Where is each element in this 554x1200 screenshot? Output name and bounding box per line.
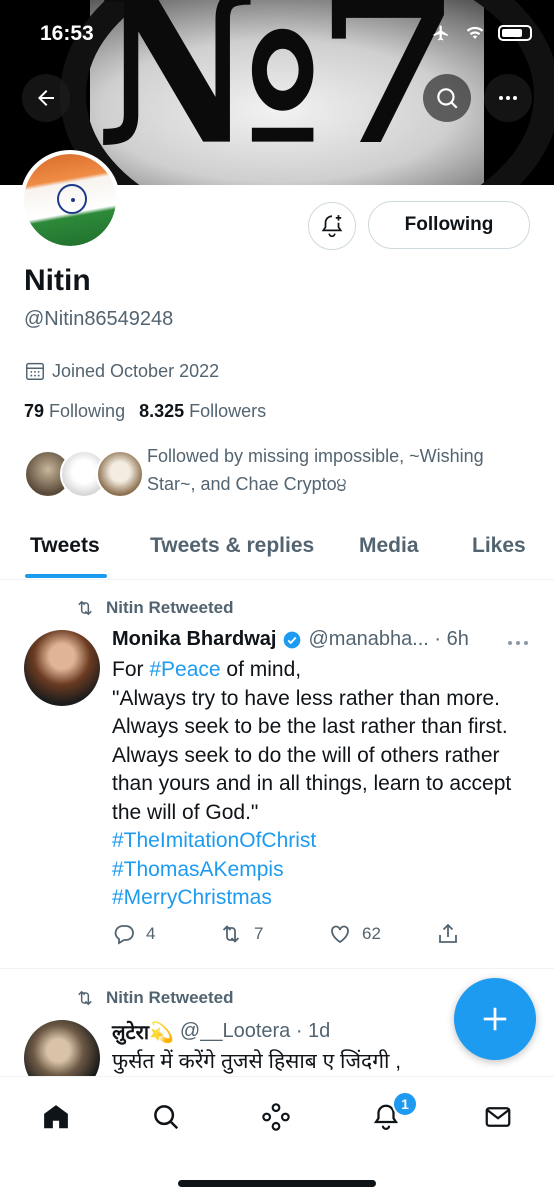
search-icon	[154, 1105, 179, 1130]
following-button[interactable]: Following	[368, 201, 530, 249]
india-flag-image	[24, 154, 116, 246]
joined-text: Joined October 2022	[52, 360, 220, 381]
compose-tweet-button[interactable]	[454, 978, 536, 1060]
tweet-quote-text: "Always try to have less rather than mor…	[112, 686, 512, 824]
ashoka-chakra-icon	[57, 184, 87, 214]
profile-avatar[interactable]	[20, 150, 120, 250]
hashtag-link[interactable]: #Peace	[149, 658, 220, 681]
tweet-more-icon[interactable]	[506, 638, 530, 648]
nav-messages[interactable]	[478, 1097, 518, 1137]
reply-button[interactable]: 4	[112, 922, 155, 946]
retweet-icon	[78, 600, 92, 616]
search-icon	[437, 88, 458, 109]
tweet-author-name[interactable]: Monika Bhardwaj	[112, 628, 276, 651]
wifi-icon	[466, 26, 484, 39]
retweet-icon	[222, 925, 240, 943]
retweet-button[interactable]: 7	[218, 922, 263, 946]
retweet-count: 7	[254, 924, 264, 943]
followers-count: 8.325	[139, 401, 185, 421]
nav-home[interactable]	[36, 1097, 76, 1137]
mutual-avatars	[24, 450, 144, 500]
envelope-icon	[485, 1107, 511, 1127]
tab-tweets[interactable]: Tweets	[30, 534, 100, 558]
tab-tweets-replies[interactable]: Tweets & replies	[150, 534, 314, 558]
tweet-text-part: of mind,	[220, 658, 302, 681]
bell-plus-icon	[321, 215, 343, 238]
tweet-text-part: For	[112, 658, 150, 681]
arrow-left-icon	[38, 90, 54, 106]
retweet-label-text: Nitin Retweeted	[106, 988, 234, 1007]
tweet[interactable]: Nitin Retweeted Monika Bhardwaj @manabha…	[0, 580, 554, 970]
active-tab-indicator	[25, 574, 107, 578]
hashtag-link[interactable]: #TheImitationOfChrist	[112, 827, 537, 856]
profile-handle: @Nitin86549248	[24, 308, 174, 330]
followers-stat[interactable]: 8.325 Followers	[139, 401, 266, 422]
share-button[interactable]	[436, 922, 460, 946]
status-time: 16:53	[40, 22, 94, 45]
followed-by-text: Followed by missing impossible, ~Wishing…	[147, 446, 484, 494]
followed-by[interactable]: Followed by missing impossible, ~Wishing…	[24, 442, 534, 502]
like-button[interactable]: 62	[328, 922, 381, 946]
back-button[interactable]	[22, 74, 70, 122]
following-stat[interactable]: 79 Following	[24, 401, 125, 422]
following-count: 79	[24, 401, 45, 421]
joined-date: Joined October 2022	[24, 360, 219, 382]
status-bar: 16:53	[0, 16, 554, 52]
tweet-meta: @__Lootera · 1d	[179, 1020, 331, 1042]
airplane-mode-icon	[433, 25, 448, 41]
more-dots-icon	[499, 96, 517, 100]
follow-stats: 79 Following 8.325 Followers	[24, 401, 266, 422]
followers-label: Followers	[189, 401, 267, 421]
tweet-actions: 4 7 62	[112, 922, 532, 952]
share-icon	[439, 923, 457, 943]
calendar-icon	[26, 362, 44, 380]
tab-likes[interactable]: Likes	[472, 534, 526, 558]
tweet-divider	[0, 968, 554, 969]
notification-subscribe-button[interactable]	[308, 202, 356, 250]
retweet-label: Nitin Retweeted	[74, 988, 234, 1008]
following-label: Following	[49, 401, 126, 421]
tab-media[interactable]: Media	[359, 534, 419, 558]
retweet-label: Nitin Retweeted	[74, 598, 234, 618]
profile-tabs: Tweets Tweets & replies Media Likes	[0, 530, 554, 580]
tweet-author-name[interactable]: लुटेरा💫	[112, 1018, 174, 1045]
search-button[interactable]	[423, 74, 471, 122]
hashtag-link[interactable]: #ThomasAKempis	[112, 856, 537, 885]
tweet-header: लुटेरा💫 @__Lootera · 1d	[112, 1018, 330, 1045]
home-indicator	[178, 1180, 376, 1187]
tweet-text: For #Peace of mind, "Always try to have …	[112, 656, 537, 913]
tweet-author-avatar[interactable]	[24, 630, 100, 706]
spaces-icon	[262, 1103, 290, 1131]
heart-icon	[331, 925, 349, 944]
more-options-button[interactable]	[484, 74, 532, 122]
hashtag-link[interactable]: #MerryChristmas	[112, 884, 537, 913]
nav-spaces[interactable]	[256, 1097, 296, 1137]
plus-icon	[483, 1007, 507, 1031]
tweet-meta: @manabha... · 6h	[308, 628, 469, 650]
mutual-avatar-3	[96, 450, 144, 498]
battery-icon	[498, 25, 532, 41]
profile-name: Nitin	[24, 264, 91, 297]
retweet-label-text: Nitin Retweeted	[106, 598, 234, 617]
status-icons	[430, 24, 532, 42]
reply-count: 4	[146, 924, 156, 943]
reply-icon	[114, 925, 134, 945]
tweet-header: Monika Bhardwaj @manabha... · 6h	[112, 628, 469, 651]
retweet-icon	[78, 990, 92, 1006]
verified-badge-icon	[284, 631, 301, 648]
tweet-author-avatar[interactable]	[24, 1020, 100, 1080]
nav-explore[interactable]	[146, 1097, 186, 1137]
notification-badge: 1	[392, 1091, 418, 1117]
like-count: 62	[362, 924, 381, 943]
home-icon	[44, 1105, 68, 1129]
